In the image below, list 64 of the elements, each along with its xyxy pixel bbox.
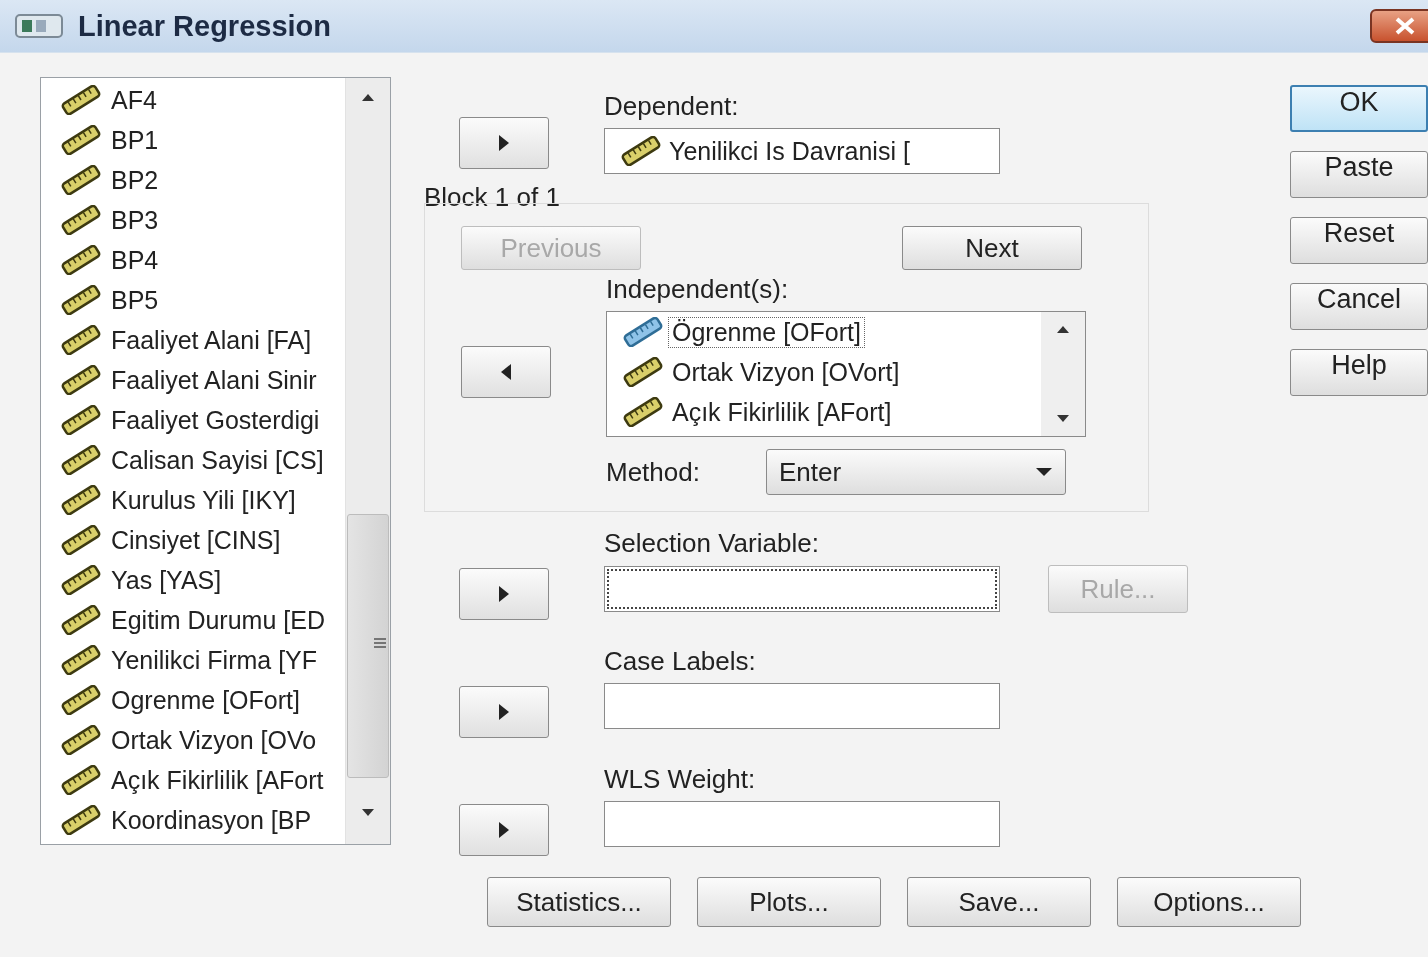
arrow-button[interactable] — [459, 117, 549, 169]
dialog-button[interactable]: Help — [1290, 349, 1428, 396]
field-label: Dependent: — [604, 91, 740, 122]
variable-item[interactable]: Kurulus Yili [IKY] — [111, 485, 296, 515]
field-label: WLS Weight: — [604, 764, 757, 795]
variable-item[interactable]: BP1 — [111, 125, 159, 155]
variable-item[interactable]: AF4 — [111, 85, 157, 115]
scrollbar[interactable] — [345, 78, 390, 844]
method-dropdown[interactable]: Enter — [765, 449, 1066, 495]
scrollbar[interactable] — [1041, 312, 1085, 436]
down-arrow-icon — [1055, 414, 1071, 424]
independent-list[interactable]: Ögrenme [OFort] Ortak Vizyon [OVort] Açık Fikirlilik [AFort] — [606, 311, 1086, 437]
variable-item[interactable]: BP2 — [111, 165, 159, 195]
close-button[interactable] — [1370, 9, 1428, 43]
variable-item[interactable]: Ortak Vizyon [OVo — [111, 725, 317, 755]
input-field[interactable] — [604, 566, 1000, 612]
arrow-button[interactable] — [459, 568, 549, 620]
variable-item[interactable]: Yenilikci Firma [YF — [111, 645, 318, 675]
field-value: Yenilikci Is Davranisi [ — [669, 136, 910, 166]
scroll-thumb[interactable] — [347, 514, 389, 778]
variable-item[interactable]: Açık Fikirlilik [AFort — [111, 765, 324, 795]
dialog-button[interactable]: Options... — [1117, 877, 1301, 927]
dialog-button[interactable]: Reset — [1290, 217, 1428, 264]
variable-item[interactable]: BP5 — [111, 285, 159, 315]
arrow-button[interactable] — [459, 686, 549, 738]
next-button[interactable]: Next — [902, 226, 1082, 270]
dialog-button[interactable]: Statistics... — [487, 877, 671, 927]
input-field[interactable]: Yenilikci Is Davranisi [ — [604, 128, 1000, 174]
dialog-button[interactable]: Cancel — [1290, 283, 1428, 330]
window-title: Linear Regression — [78, 9, 333, 43]
list-item[interactable]: Açık Fikirlilik [AFort] — [621, 392, 1041, 432]
grip-icon — [372, 635, 388, 651]
variable-item[interactable]: Ogrenme [OFort] — [111, 685, 300, 715]
down-arrow-icon — [360, 808, 376, 818]
method-label: Method: — [606, 456, 700, 488]
input-field[interactable] — [604, 683, 1000, 729]
variable-item[interactable]: Faaliyet Alani [FA] — [111, 325, 312, 355]
variable-item[interactable]: Faaliyet Alani Sinir — [111, 365, 317, 395]
field-label: Selection Variable: — [604, 528, 820, 559]
up-arrow-icon — [360, 92, 376, 102]
variable-item[interactable]: Yas [YAS] — [111, 565, 222, 595]
dialog-button[interactable]: Save... — [907, 877, 1091, 927]
arrow-button[interactable] — [461, 346, 551, 398]
variable-list[interactable] — [40, 77, 391, 845]
list-item[interactable]: Ögrenme [OFort] — [621, 312, 1041, 352]
caret-icon — [1034, 467, 1053, 477]
dialog-button[interactable]: OK — [1290, 85, 1428, 132]
variable-item[interactable]: BP4 — [111, 245, 159, 275]
up-arrow-icon — [1055, 324, 1071, 334]
list-item[interactable]: Ortak Vizyon [OVort] — [621, 352, 1041, 392]
variable-item[interactable]: Koordinasyon [BP — [111, 805, 312, 835]
variable-item[interactable]: BP3 — [111, 205, 159, 235]
field-label: Case Labels: — [604, 646, 757, 677]
input-field[interactable] — [604, 801, 1000, 847]
close-icon — [1394, 16, 1416, 36]
dialog-button[interactable]: Plots... — [697, 877, 881, 927]
field-label: Independent(s): — [606, 274, 790, 305]
variable-item[interactable]: Faaliyet Gosterdigi — [111, 405, 320, 435]
window-icon — [14, 11, 64, 41]
variable-item[interactable]: Egitim Durumu [ED — [111, 605, 325, 635]
variable-item[interactable]: Calisan Sayisi [CS] — [111, 445, 324, 475]
variable-item[interactable]: Cinsiyet [CINS] — [111, 525, 281, 555]
arrow-button[interactable] — [459, 804, 549, 856]
dialog-button[interactable]: Paste — [1290, 151, 1428, 198]
